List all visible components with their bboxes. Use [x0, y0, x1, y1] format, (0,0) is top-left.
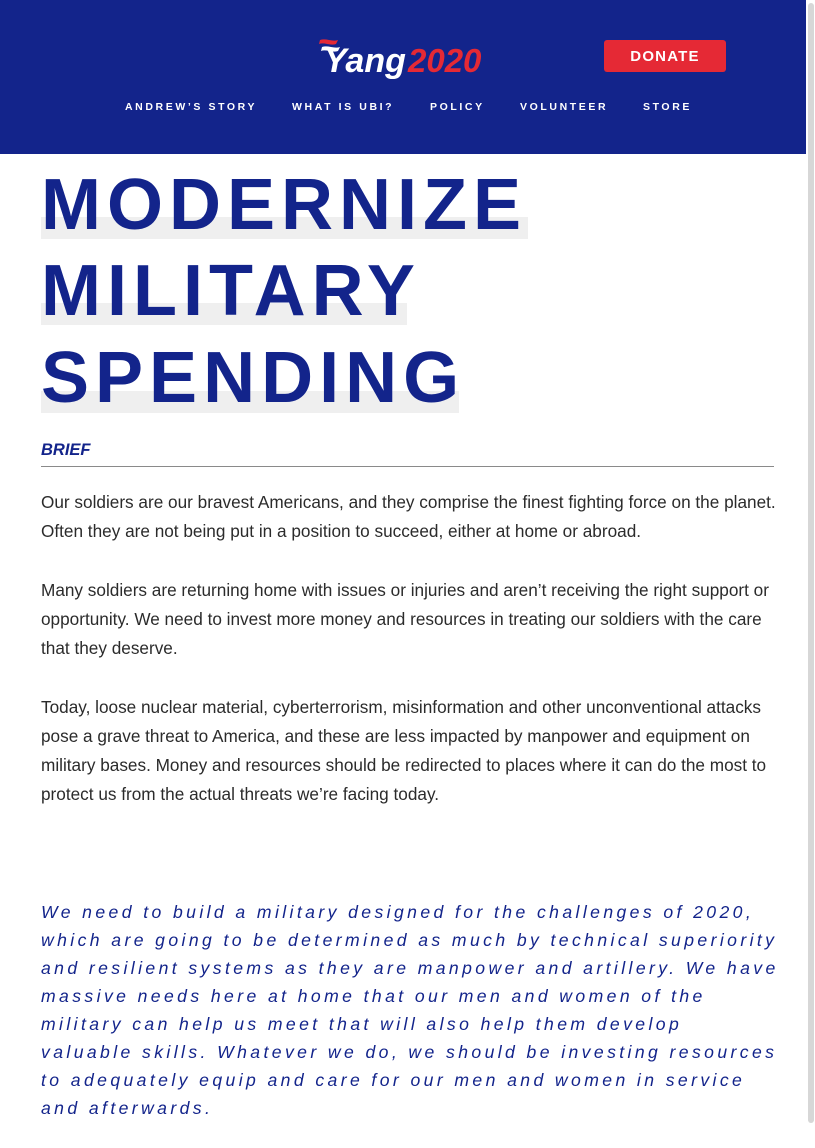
nav-item-what-is-ubi[interactable]: WHAT IS UBI? — [292, 101, 394, 113]
title-line-1: MODERNIZE — [41, 165, 527, 245]
page: Yang 2020 DONATE ANDREW’S STORY WHAT IS … — [0, 0, 815, 1148]
title-line-2: MILITARY — [41, 251, 421, 331]
nav-item-volunteer[interactable]: VOLUNTEER — [520, 101, 608, 113]
yang2020-logo[interactable]: Yang 2020 — [318, 30, 500, 82]
scrollbar[interactable] — [806, 0, 815, 1148]
logo-name: Yang — [324, 42, 406, 80]
nav-item-andrews-story[interactable]: ANDREW’S STORY — [125, 101, 257, 113]
site-header: Yang 2020 DONATE ANDREW’S STORY WHAT IS … — [0, 0, 808, 154]
main-nav: ANDREW’S STORY WHAT IS UBI? POLICY VOLUN… — [0, 101, 808, 115]
pull-quote: We need to build a military designed for… — [41, 902, 779, 1118]
nav-item-store[interactable]: STORE — [643, 101, 692, 113]
section-label-brief: BRIEF — [41, 441, 91, 459]
logo-year: 2020 — [407, 42, 482, 79]
paragraph-1: Our soldiers are our bravest Americans, … — [41, 492, 776, 541]
scrollbar-thumb[interactable] — [808, 3, 814, 1123]
nav-item-policy[interactable]: POLICY — [430, 101, 485, 113]
paragraph-2: Many soldiers are returning home with is… — [41, 580, 769, 658]
donate-button[interactable]: DONATE — [604, 40, 726, 72]
paragraph-3: Today, loose nuclear material, cyberterr… — [41, 697, 767, 804]
section-divider — [41, 466, 774, 467]
title-line-3: SPENDING — [41, 338, 466, 418]
